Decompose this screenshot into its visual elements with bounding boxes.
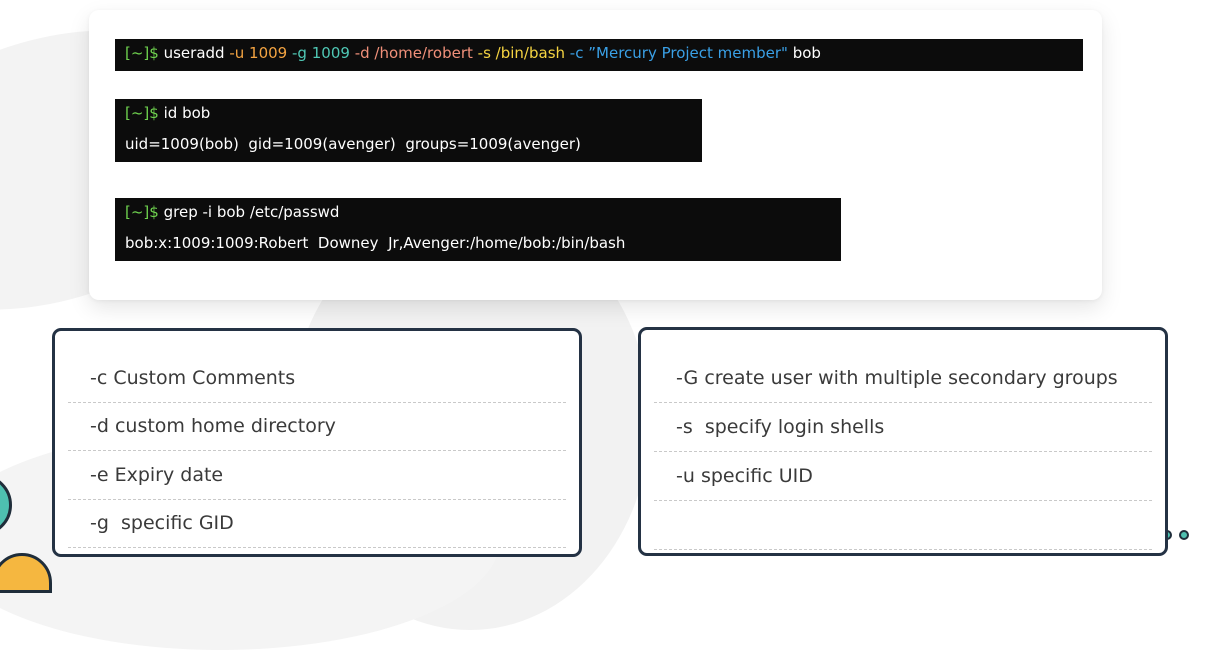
list-item: -G create user with multiple secondary g… [654, 355, 1152, 403]
shell-path: /bin/bash [495, 44, 566, 62]
list-item: -s specify login shells [654, 404, 1152, 452]
terminal-id: [~]$ id bob uid=1009(bob) gid=1009(aveng… [115, 99, 702, 162]
command-line: [~]$ useradd -u 1009 -g 1009 -d /home/ro… [125, 43, 821, 63]
uid-value: 1009 [249, 44, 288, 62]
flag-g: -g [292, 44, 307, 62]
home-path: /home/robert [374, 44, 473, 62]
gid-value: 1009 [311, 44, 350, 62]
options-list-left: -c Custom Comments -d custom home direct… [52, 328, 582, 557]
option-label: -d custom home directory [90, 415, 336, 437]
command-output: uid=1009(bob) gid=1009(avenger) groups=1… [125, 135, 581, 153]
command-text: id bob [163, 104, 211, 122]
flag-u: -u [229, 44, 245, 62]
flag-s: -s [477, 44, 491, 62]
command-name: useradd [163, 44, 225, 62]
flag-d: -d [354, 44, 370, 62]
terminal-useradd: [~]$ useradd -u 1009 -g 1009 -d /home/ro… [115, 39, 1083, 71]
option-label: -s specify login shells [676, 416, 885, 438]
option-label: -c Custom Comments [90, 367, 296, 389]
flag-c: -c [569, 44, 584, 62]
shell-prompt: [~]$ [125, 203, 159, 221]
command-line: [~]$ grep -i bob /etc/passwd [125, 202, 339, 222]
options-list-right: -G create user with multiple secondary g… [638, 327, 1168, 556]
list-item: -c Custom Comments [68, 355, 566, 403]
list-item [654, 502, 1152, 550]
terminal-grep: [~]$ grep -i bob /etc/passwd bob:x:1009:… [115, 198, 841, 261]
command-output: bob:x:1009:1009:Robert Downey Jr,Avenger… [125, 234, 626, 252]
list-item: -g specific GID [68, 500, 566, 548]
option-label: -e Expiry date [90, 464, 224, 486]
username: bob [792, 44, 821, 62]
shell-prompt: [~]$ [125, 104, 159, 122]
decorative-dot [1179, 530, 1189, 540]
list-item: -e Expiry date [68, 452, 566, 500]
list-item: -u specific UID [654, 453, 1152, 501]
option-label: -G create user with multiple secondary g… [676, 367, 1118, 389]
shell-prompt: [~]$ [125, 44, 159, 62]
command-line: [~]$ id bob [125, 103, 210, 123]
comment-string: ”Mercury Project member" [588, 44, 788, 62]
option-label: -g specific GID [90, 512, 234, 534]
option-label: -u specific UID [676, 465, 813, 487]
list-item: -d custom home directory [68, 403, 566, 451]
command-text: grep -i bob /etc/passwd [163, 203, 340, 221]
